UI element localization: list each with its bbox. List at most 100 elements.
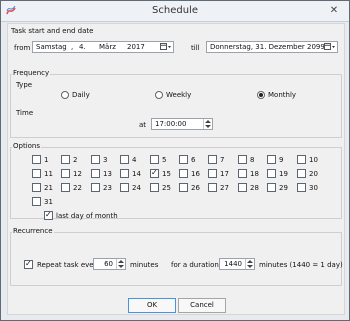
day-4-checkbox[interactable] xyxy=(120,155,129,164)
daily-radio[interactable] xyxy=(61,91,69,99)
window-title: Schedule xyxy=(152,5,198,16)
day-30-label[interactable]: 30 xyxy=(309,184,318,192)
calendar-dropdown-icon[interactable] xyxy=(160,43,172,51)
day-13-checkbox[interactable] xyxy=(91,169,100,178)
day-1-checkbox[interactable] xyxy=(32,155,41,164)
day-31-checkbox[interactable] xyxy=(32,197,41,206)
weekly-radio[interactable] xyxy=(155,91,163,99)
day-10-checkbox[interactable] xyxy=(297,155,306,164)
day-8-label[interactable]: 8 xyxy=(250,156,254,164)
cancel-button[interactable]: Cancel xyxy=(178,298,226,313)
time-input[interactable]: 17:00:00 xyxy=(151,118,213,130)
repeat-checkbox[interactable] xyxy=(24,259,33,269)
day-21-label[interactable]: 21 xyxy=(44,184,53,192)
monthly-radio[interactable] xyxy=(257,91,265,99)
duration-value[interactable]: 1440 xyxy=(224,259,242,269)
monthly-label[interactable]: Monthly xyxy=(268,91,296,99)
day-11-label[interactable]: 11 xyxy=(44,170,53,178)
close-button[interactable]: ✕ xyxy=(323,4,345,18)
day-2-label[interactable]: 2 xyxy=(73,156,77,164)
end-date-picker[interactable]: Donnerstag, 31. Dezember 2099 xyxy=(206,41,338,53)
day-20-checkbox[interactable] xyxy=(297,169,306,178)
day-16-label[interactable]: 16 xyxy=(191,170,200,178)
day-15-label[interactable]: 15 xyxy=(162,170,171,178)
start-year[interactable]: 2017 xyxy=(127,42,145,52)
start-day[interactable]: 4. xyxy=(79,42,86,52)
ok-button[interactable]: OK xyxy=(128,298,176,313)
day-31-label[interactable]: 31 xyxy=(44,198,53,206)
day-29-checkbox[interactable] xyxy=(267,183,276,192)
time-value[interactable]: 17:00:00 xyxy=(155,120,186,128)
day-1-label[interactable]: 1 xyxy=(44,156,48,164)
last-day-of-month-label[interactable]: last day of month xyxy=(56,212,118,220)
type-label: Type xyxy=(16,81,33,89)
schedule-window: Schedule ✕ Task start and end date from … xyxy=(0,0,350,321)
repeat-spinner[interactable] xyxy=(116,259,125,269)
day-25-checkbox[interactable] xyxy=(150,183,159,192)
end-date-value[interactable]: Donnerstag, 31. Dezember 2099 xyxy=(210,43,325,51)
day-5-label[interactable]: 5 xyxy=(162,156,166,164)
day-20-label[interactable]: 20 xyxy=(309,170,318,178)
calendar-dropdown-icon[interactable] xyxy=(324,43,336,51)
repeat-value[interactable]: 60 xyxy=(104,259,113,269)
day-2-checkbox[interactable] xyxy=(61,155,70,164)
day-12-label[interactable]: 12 xyxy=(73,170,82,178)
day-28-checkbox[interactable] xyxy=(238,183,247,192)
day-3-label[interactable]: 3 xyxy=(103,156,107,164)
day-27-label[interactable]: 27 xyxy=(220,184,229,192)
day-26-checkbox[interactable] xyxy=(179,183,188,192)
close-icon: ✕ xyxy=(329,5,339,16)
day-26-label[interactable]: 26 xyxy=(191,184,200,192)
daily-label[interactable]: Daily xyxy=(72,91,90,99)
day-10-label[interactable]: 10 xyxy=(309,156,318,164)
day-12-checkbox[interactable] xyxy=(61,169,70,178)
day-7-label[interactable]: 7 xyxy=(220,156,224,164)
day-16-checkbox[interactable] xyxy=(179,169,188,178)
day-24-label[interactable]: 24 xyxy=(132,184,141,192)
day-14-label[interactable]: 14 xyxy=(132,170,141,178)
day-19-label[interactable]: 19 xyxy=(279,170,288,178)
repeat-label[interactable]: Repeat task every xyxy=(37,261,101,269)
day-9-label[interactable]: 9 xyxy=(279,156,283,164)
day-27-checkbox[interactable] xyxy=(208,183,217,192)
day-3-checkbox[interactable] xyxy=(91,155,100,164)
day-13-label[interactable]: 13 xyxy=(103,170,112,178)
day-5-checkbox[interactable] xyxy=(150,155,159,164)
repeat-minutes-label: minutes xyxy=(130,261,159,269)
day-23-checkbox[interactable] xyxy=(91,183,100,192)
day-4-label[interactable]: 4 xyxy=(132,156,136,164)
day-15-checkbox[interactable] xyxy=(150,168,159,178)
day-30-checkbox[interactable] xyxy=(297,183,306,192)
day-23-label[interactable]: 23 xyxy=(103,184,112,192)
title-bar: Schedule ✕ xyxy=(1,1,349,22)
day-28-label[interactable]: 28 xyxy=(250,184,259,192)
duration-input[interactable]: 1440 xyxy=(219,258,255,270)
day-29-label[interactable]: 29 xyxy=(279,184,288,192)
weekly-label[interactable]: Weekly xyxy=(166,91,191,99)
day-22-label[interactable]: 22 xyxy=(73,184,82,192)
start-weekday[interactable]: Samstag xyxy=(36,42,67,52)
day-19-checkbox[interactable] xyxy=(267,169,276,178)
day-6-checkbox[interactable] xyxy=(179,155,188,164)
day-17-label[interactable]: 17 xyxy=(220,170,229,178)
start-month[interactable]: März xyxy=(99,42,116,52)
start-date-picker[interactable]: Samstag , 4. März 2017 xyxy=(32,41,174,53)
repeat-input[interactable]: 60 xyxy=(93,258,126,270)
duration-spinner[interactable] xyxy=(245,259,254,269)
last-day-of-month-checkbox[interactable] xyxy=(44,210,53,220)
day-17-checkbox[interactable] xyxy=(208,169,217,178)
time-spinner[interactable] xyxy=(203,119,212,129)
day-11-checkbox[interactable] xyxy=(32,169,41,178)
day-8-checkbox[interactable] xyxy=(238,155,247,164)
recurrence-label: Recurrence xyxy=(12,227,54,235)
day-24-checkbox[interactable] xyxy=(120,183,129,192)
day-14-checkbox[interactable] xyxy=(120,169,129,178)
day-6-label[interactable]: 6 xyxy=(191,156,195,164)
day-18-label[interactable]: 18 xyxy=(250,170,259,178)
day-21-checkbox[interactable] xyxy=(32,183,41,192)
day-9-checkbox[interactable] xyxy=(267,155,276,164)
day-7-checkbox[interactable] xyxy=(208,155,217,164)
day-22-checkbox[interactable] xyxy=(61,183,70,192)
day-25-label[interactable]: 25 xyxy=(162,184,171,192)
day-18-checkbox[interactable] xyxy=(238,169,247,178)
